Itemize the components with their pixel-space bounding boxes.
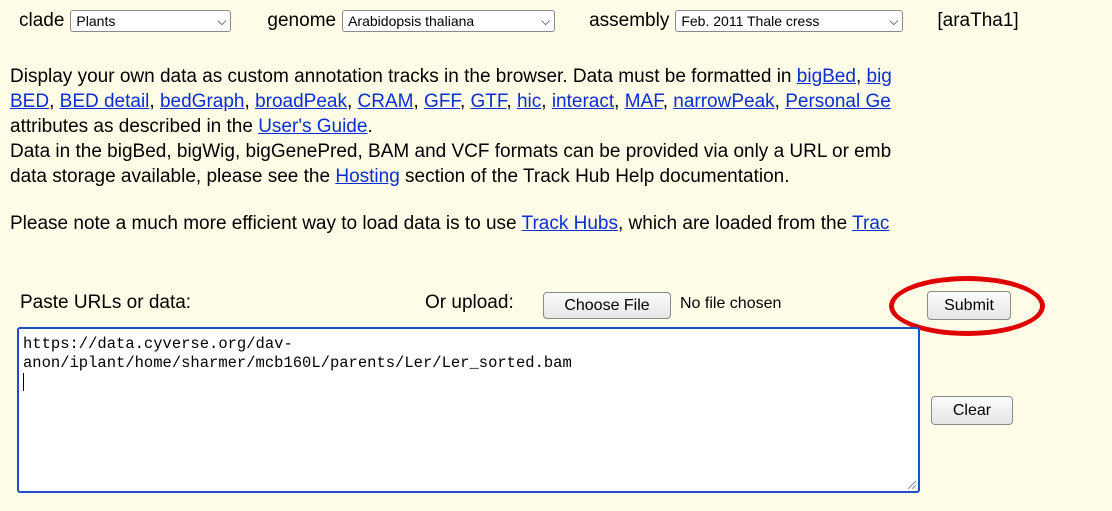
textarea-line: anon/iplant/home/sharmer/mcb160L/parents… xyxy=(23,354,572,372)
format-link[interactable]: narrowPeak xyxy=(673,91,774,112)
track-hubs-link[interactable]: Track Hubs xyxy=(522,213,618,234)
genome-select[interactable]: Arabidopsis thaliana ⌵ xyxy=(342,10,556,32)
users-guide-link[interactable]: User's Guide xyxy=(258,116,367,137)
format-link[interactable]: Personal Ge xyxy=(785,91,891,112)
chevron-down-icon: ⌵ xyxy=(889,13,899,28)
format-link[interactable]: BED xyxy=(10,91,49,112)
choose-file-button[interactable]: Choose File xyxy=(543,292,671,319)
clade-select[interactable]: Plants ⌵ xyxy=(70,10,232,32)
format-link[interactable]: CRAM xyxy=(358,91,414,112)
format-link[interactable]: BED detail xyxy=(60,91,150,112)
assembly-label: assembly xyxy=(589,10,670,31)
file-status: No file chosen xyxy=(680,295,782,312)
clade-label: clade xyxy=(19,10,65,31)
genome-select-value: Arabidopsis thaliana xyxy=(348,13,475,29)
format-link[interactable]: bedGraph xyxy=(160,91,245,112)
intro-text: Display your own data as custom annotati… xyxy=(10,64,1112,236)
chevron-down-icon: ⌵ xyxy=(217,13,227,28)
genome-label: genome xyxy=(267,10,337,31)
intro-line-2: BED, BED detail, bedGraph, broadPeak, CR… xyxy=(10,91,891,112)
track-hub-list-link[interactable]: Trac xyxy=(852,213,889,234)
paste-data-textarea[interactable]: https://data.cyverse.org/dav- anon/iplan… xyxy=(17,327,920,493)
format-link-bigwig[interactable]: big xyxy=(867,66,892,87)
genome-selector-row: clade Plants ⌵ genome Arabidopsis thalia… xyxy=(19,6,1019,36)
format-link[interactable]: hic xyxy=(517,91,541,112)
text-cursor xyxy=(23,373,24,391)
submit-button[interactable]: Submit xyxy=(927,291,1011,320)
intro-line-3: attributes as described in the User's Gu… xyxy=(10,116,373,137)
format-link[interactable]: broadPeak xyxy=(255,91,347,112)
textarea-line: https://data.cyverse.org/dav- xyxy=(23,335,293,353)
intro-line-4: Data in the bigBed, bigWig, bigGenePred,… xyxy=(10,141,892,162)
intro-line-1: Display your own data as custom annotati… xyxy=(10,66,892,87)
clear-button[interactable]: Clear xyxy=(931,396,1013,425)
format-link[interactable]: GFF xyxy=(424,91,460,112)
intro-line-5: data storage available, please see the H… xyxy=(10,166,790,187)
upload-label: Or upload: xyxy=(425,292,514,313)
hosting-link[interactable]: Hosting xyxy=(335,166,399,187)
format-link[interactable]: GTF xyxy=(471,91,507,112)
assembly-select-value: Feb. 2011 Thale cress xyxy=(681,13,820,29)
assembly-select[interactable]: Feb. 2011 Thale cress ⌵ xyxy=(675,10,904,32)
format-link[interactable]: MAF xyxy=(625,91,663,112)
resize-handle-icon[interactable] xyxy=(906,479,916,489)
chevron-down-icon: ⌵ xyxy=(540,13,551,28)
database-name: [araTha1] xyxy=(937,10,1019,31)
format-link[interactable]: interact xyxy=(552,91,614,112)
clade-select-value: Plants xyxy=(76,13,116,29)
format-link-bigbed[interactable]: bigBed xyxy=(797,66,856,87)
paste-label: Paste URLs or data: xyxy=(20,292,192,313)
intro-line-6: Please note a much more efficient way to… xyxy=(10,213,890,234)
